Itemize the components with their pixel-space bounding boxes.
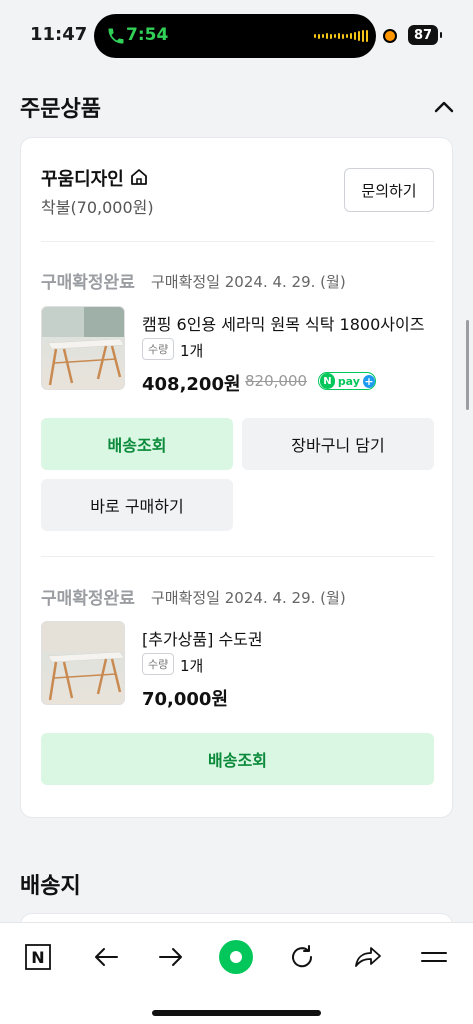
quantity-value: 1개 <box>180 657 204 675</box>
divider <box>41 556 434 557</box>
naver-home-icon[interactable]: N <box>18 937 58 977</box>
status-bar: 11:47 7:54 87 <box>0 0 473 72</box>
npay-n-icon: N <box>320 373 335 389</box>
product-name[interactable]: [추가상품] 수도권 <box>142 626 437 650</box>
phone-icon <box>108 28 124 44</box>
scrollbar[interactable] <box>466 320 469 410</box>
shipping-fee: 착불(70,000원) <box>41 198 154 217</box>
battery-icon: 87 <box>408 25 442 45</box>
store-home-icon[interactable] <box>129 167 149 187</box>
divider <box>41 241 434 242</box>
tracking-button[interactable]: 배송조회 <box>41 733 434 785</box>
buy-now-button[interactable]: 바로 구매하기 <box>41 479 233 531</box>
back-icon[interactable] <box>86 937 126 977</box>
order-card: 꾸움디자인 착불(70,000원) 문의하기 구매확정완료 구매확정일 2024… <box>20 137 453 818</box>
table-image <box>42 307 124 386</box>
back-arrow-icon <box>95 948 118 966</box>
quantity-value: 1개 <box>180 342 204 360</box>
audio-wave-icon <box>314 30 368 42</box>
share-arrow-icon <box>355 947 381 967</box>
product-thumbnail[interactable] <box>41 306 125 390</box>
npay-text: pay <box>337 374 360 388</box>
product-name[interactable]: 캠핑 6인용 세라믹 원목 식탁 1800사이즈 <box>142 311 437 335</box>
status-time: 11:47 <box>30 24 88 45</box>
forward-icon[interactable] <box>151 937 191 977</box>
forward-arrow-icon <box>159 948 182 966</box>
shipping-section-title: 배송지 <box>20 874 81 899</box>
order-status: 구매확정완료 <box>41 273 135 293</box>
call-duration: 7:54 <box>126 25 169 45</box>
inquiry-button[interactable]: 문의하기 <box>344 168 434 212</box>
quantity-label: 수량 <box>142 653 175 675</box>
menu-icon[interactable] <box>414 937 454 977</box>
product-price: 408,200원 <box>142 374 241 395</box>
section-title: 주문상품 <box>20 97 101 122</box>
home-indicator[interactable] <box>152 1010 321 1016</box>
chevron-up-icon[interactable] <box>432 96 456 116</box>
naver-home-icon: N <box>25 944 51 970</box>
naver-n-letter: N <box>31 948 44 967</box>
seller-name[interactable]: 꾸움디자인 <box>41 165 124 191</box>
npay-plus-badge: N pay + <box>318 372 376 390</box>
share-icon[interactable] <box>348 937 388 977</box>
quantity-label: 수량 <box>142 338 175 360</box>
original-price: 820,000 <box>245 372 308 390</box>
refresh-icon[interactable] <box>282 937 322 977</box>
product-price: 70,000원 <box>142 689 229 710</box>
tracking-button[interactable]: 배송조회 <box>41 418 233 470</box>
product-thumbnail[interactable] <box>41 621 125 705</box>
dynamic-island[interactable]: 7:54 <box>94 14 376 58</box>
order-status: 구매확정완료 <box>41 589 135 609</box>
order-date: 구매확정일 2024. 4. 29. (월) <box>151 589 346 607</box>
recording-dot-icon <box>383 29 397 43</box>
naver-green-dot-icon <box>219 940 253 974</box>
hamburger-menu-icon <box>421 952 447 962</box>
order-date: 구매확정일 2024. 4. 29. (월) <box>151 273 346 291</box>
green-dot-icon[interactable] <box>216 937 256 977</box>
plus-icon: + <box>362 374 375 388</box>
refresh-icon <box>292 945 313 968</box>
add-to-cart-button[interactable]: 장바구니 담기 <box>242 418 434 470</box>
battery-level: 87 <box>413 27 433 43</box>
browser-toolbar: N <box>0 922 473 1024</box>
table-image <box>42 622 124 701</box>
